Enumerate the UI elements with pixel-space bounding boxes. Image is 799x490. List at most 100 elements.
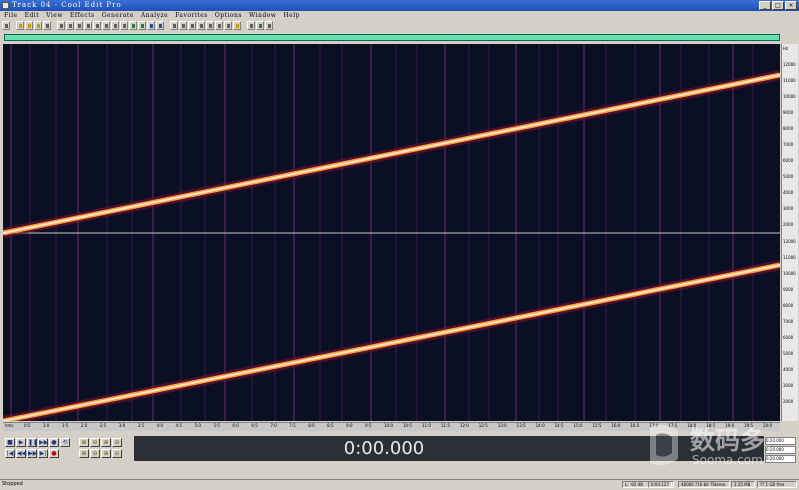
frequency-ruler: Hz 12000 11000 10000 9000 8000 7000 6000 5000 400… [781,44,798,421]
multitrack-view-icon[interactable] [2,21,10,30]
time-tick: 11:0 [421,423,431,428]
record-button[interactable]: ● [49,449,59,458]
time-tick: 2:0 [80,423,88,428]
menu-analyze[interactable]: Analyze [141,11,168,20]
save-file-icon[interactable] [34,21,42,30]
overview-visible-range[interactable] [5,35,779,40]
trim-icon[interactable] [120,21,128,30]
app-icon [2,2,9,9]
zoom-full-button[interactable]: ⊕ [101,438,111,447]
channel-right-sweep [3,260,780,421]
time-tick: 1:0 [42,423,50,428]
go-to-start-button[interactable]: |◀ [5,449,15,458]
record-icon[interactable]: ● [49,438,59,447]
info-icon[interactable] [206,21,214,30]
copy-icon[interactable] [84,21,92,30]
watermark: 数码多 Sooma.com [646,419,796,471]
zoom-in-horizontal-button[interactable]: ⊕ [79,438,89,447]
ruler-tick: 12000 [783,239,796,244]
time-tick: 2:5 [99,423,107,428]
rewind-button[interactable]: ◀◀ [16,449,26,458]
status-state: Stopped [2,481,23,487]
zoom-out-horizontal-button[interactable]: ⊖ [90,438,100,447]
time-tick: 15:0 [573,423,583,428]
ruler-tick: 10000 [783,94,796,99]
menu-options[interactable]: Options [215,11,242,20]
maximize-button[interactable]: □ [772,1,784,10]
folder-icon[interactable] [233,21,241,30]
menu-bar: File Edit View Effects Generate Analyze … [0,11,799,20]
metronome-icon[interactable] [224,21,232,30]
ruler-tick: 10000 [783,271,796,276]
menu-effects[interactable]: Effects [70,11,95,20]
channel-left-sweep [3,70,780,238]
time-tick: 4:5 [175,423,182,428]
redo-icon[interactable] [66,21,74,30]
loop-button[interactable]: ⟲ [60,438,70,447]
open-file-icon[interactable] [25,21,33,30]
time-tick: hms [5,423,14,428]
menu-edit[interactable]: Edit [25,11,40,20]
pause-button[interactable]: ❚❚ [27,438,38,447]
mix-paste-icon[interactable] [111,21,119,30]
overview-bar[interactable] [4,34,780,41]
go-to-end-button[interactable]: ▶| [38,449,48,458]
status-bar: Stopped L: -92 dB 0:04.127 48000 ?16-bit… [0,479,799,490]
watermark-cn: 数码多 [690,426,766,455]
markers-icon[interactable] [179,21,187,30]
zoom-selection-button[interactable]: ⊖ [112,438,122,447]
time-tick: 5:5 [213,423,220,428]
cue-list-icon[interactable] [188,21,196,30]
context-help-icon[interactable] [265,21,273,30]
menu-file[interactable]: File [4,11,18,20]
watermark-en: Sooma.com [692,453,763,467]
ruler-tick: 11000 [783,255,796,260]
menu-generate[interactable]: Generate [102,11,134,20]
time-tick: 4:0 [156,423,164,428]
play-button[interactable]: ▶ [16,438,26,447]
cut-icon[interactable] [75,21,83,30]
menu-window[interactable]: Window [249,11,276,20]
minimize-button[interactable]: _ [759,1,771,10]
waveform-view-icon[interactable] [129,21,137,30]
cd-icon[interactable] [156,21,164,30]
scan-icon[interactable] [147,21,155,30]
play-to-end-button[interactable]: ▶▶ [38,438,48,447]
menu-view[interactable]: View [46,11,63,20]
ruler-tick: Hz [783,46,789,51]
settings-icon[interactable] [215,21,223,30]
ruler-tick: 7000 [783,319,794,324]
menu-favorites[interactable]: Favorites [175,11,208,20]
close-file-icon[interactable] [43,21,51,30]
status-time: 0:04.127 [648,481,674,488]
zoom-left-button[interactable]: ⊕ [79,449,89,458]
zoom-in-vertical-button[interactable]: ⊕ [101,449,111,458]
playlist-icon[interactable] [197,21,205,30]
close-button[interactable]: × [785,1,797,10]
fast-forward-button[interactable]: ▶▶ [27,449,37,458]
ruler-tick: 8000 [783,126,794,131]
zoom-right-button[interactable]: ⊖ [90,449,100,458]
time-tick: 14:0 [535,423,545,428]
ruler-tick: 5000 [783,351,794,356]
time-tick: 6:5 [251,423,258,428]
new-file-icon[interactable] [16,21,24,30]
menu-help[interactable]: Help [283,11,300,20]
spectral-display[interactable] [3,44,780,421]
ruler-tick: 6000 [783,158,794,163]
ruler-tick: 6000 [783,335,794,340]
time-tick: 11:5 [440,423,450,428]
time-tick: 7:5 [289,423,296,428]
paste-new-icon[interactable] [102,21,110,30]
wizard-icon[interactable] [256,21,264,30]
paste-icon[interactable] [93,21,101,30]
help-icon[interactable] [247,21,255,30]
spectral-view-icon[interactable] [138,21,146,30]
sync-icon[interactable] [170,21,178,30]
stop-button[interactable]: ■ [5,438,15,447]
zoom-out-vertical-button[interactable]: ⊖ [112,449,122,458]
undo-icon[interactable] [57,21,65,30]
ruler-tick: 3000 [783,206,794,211]
time-tick: 6:0 [232,423,239,428]
time-tick: 0:5 [23,423,31,428]
